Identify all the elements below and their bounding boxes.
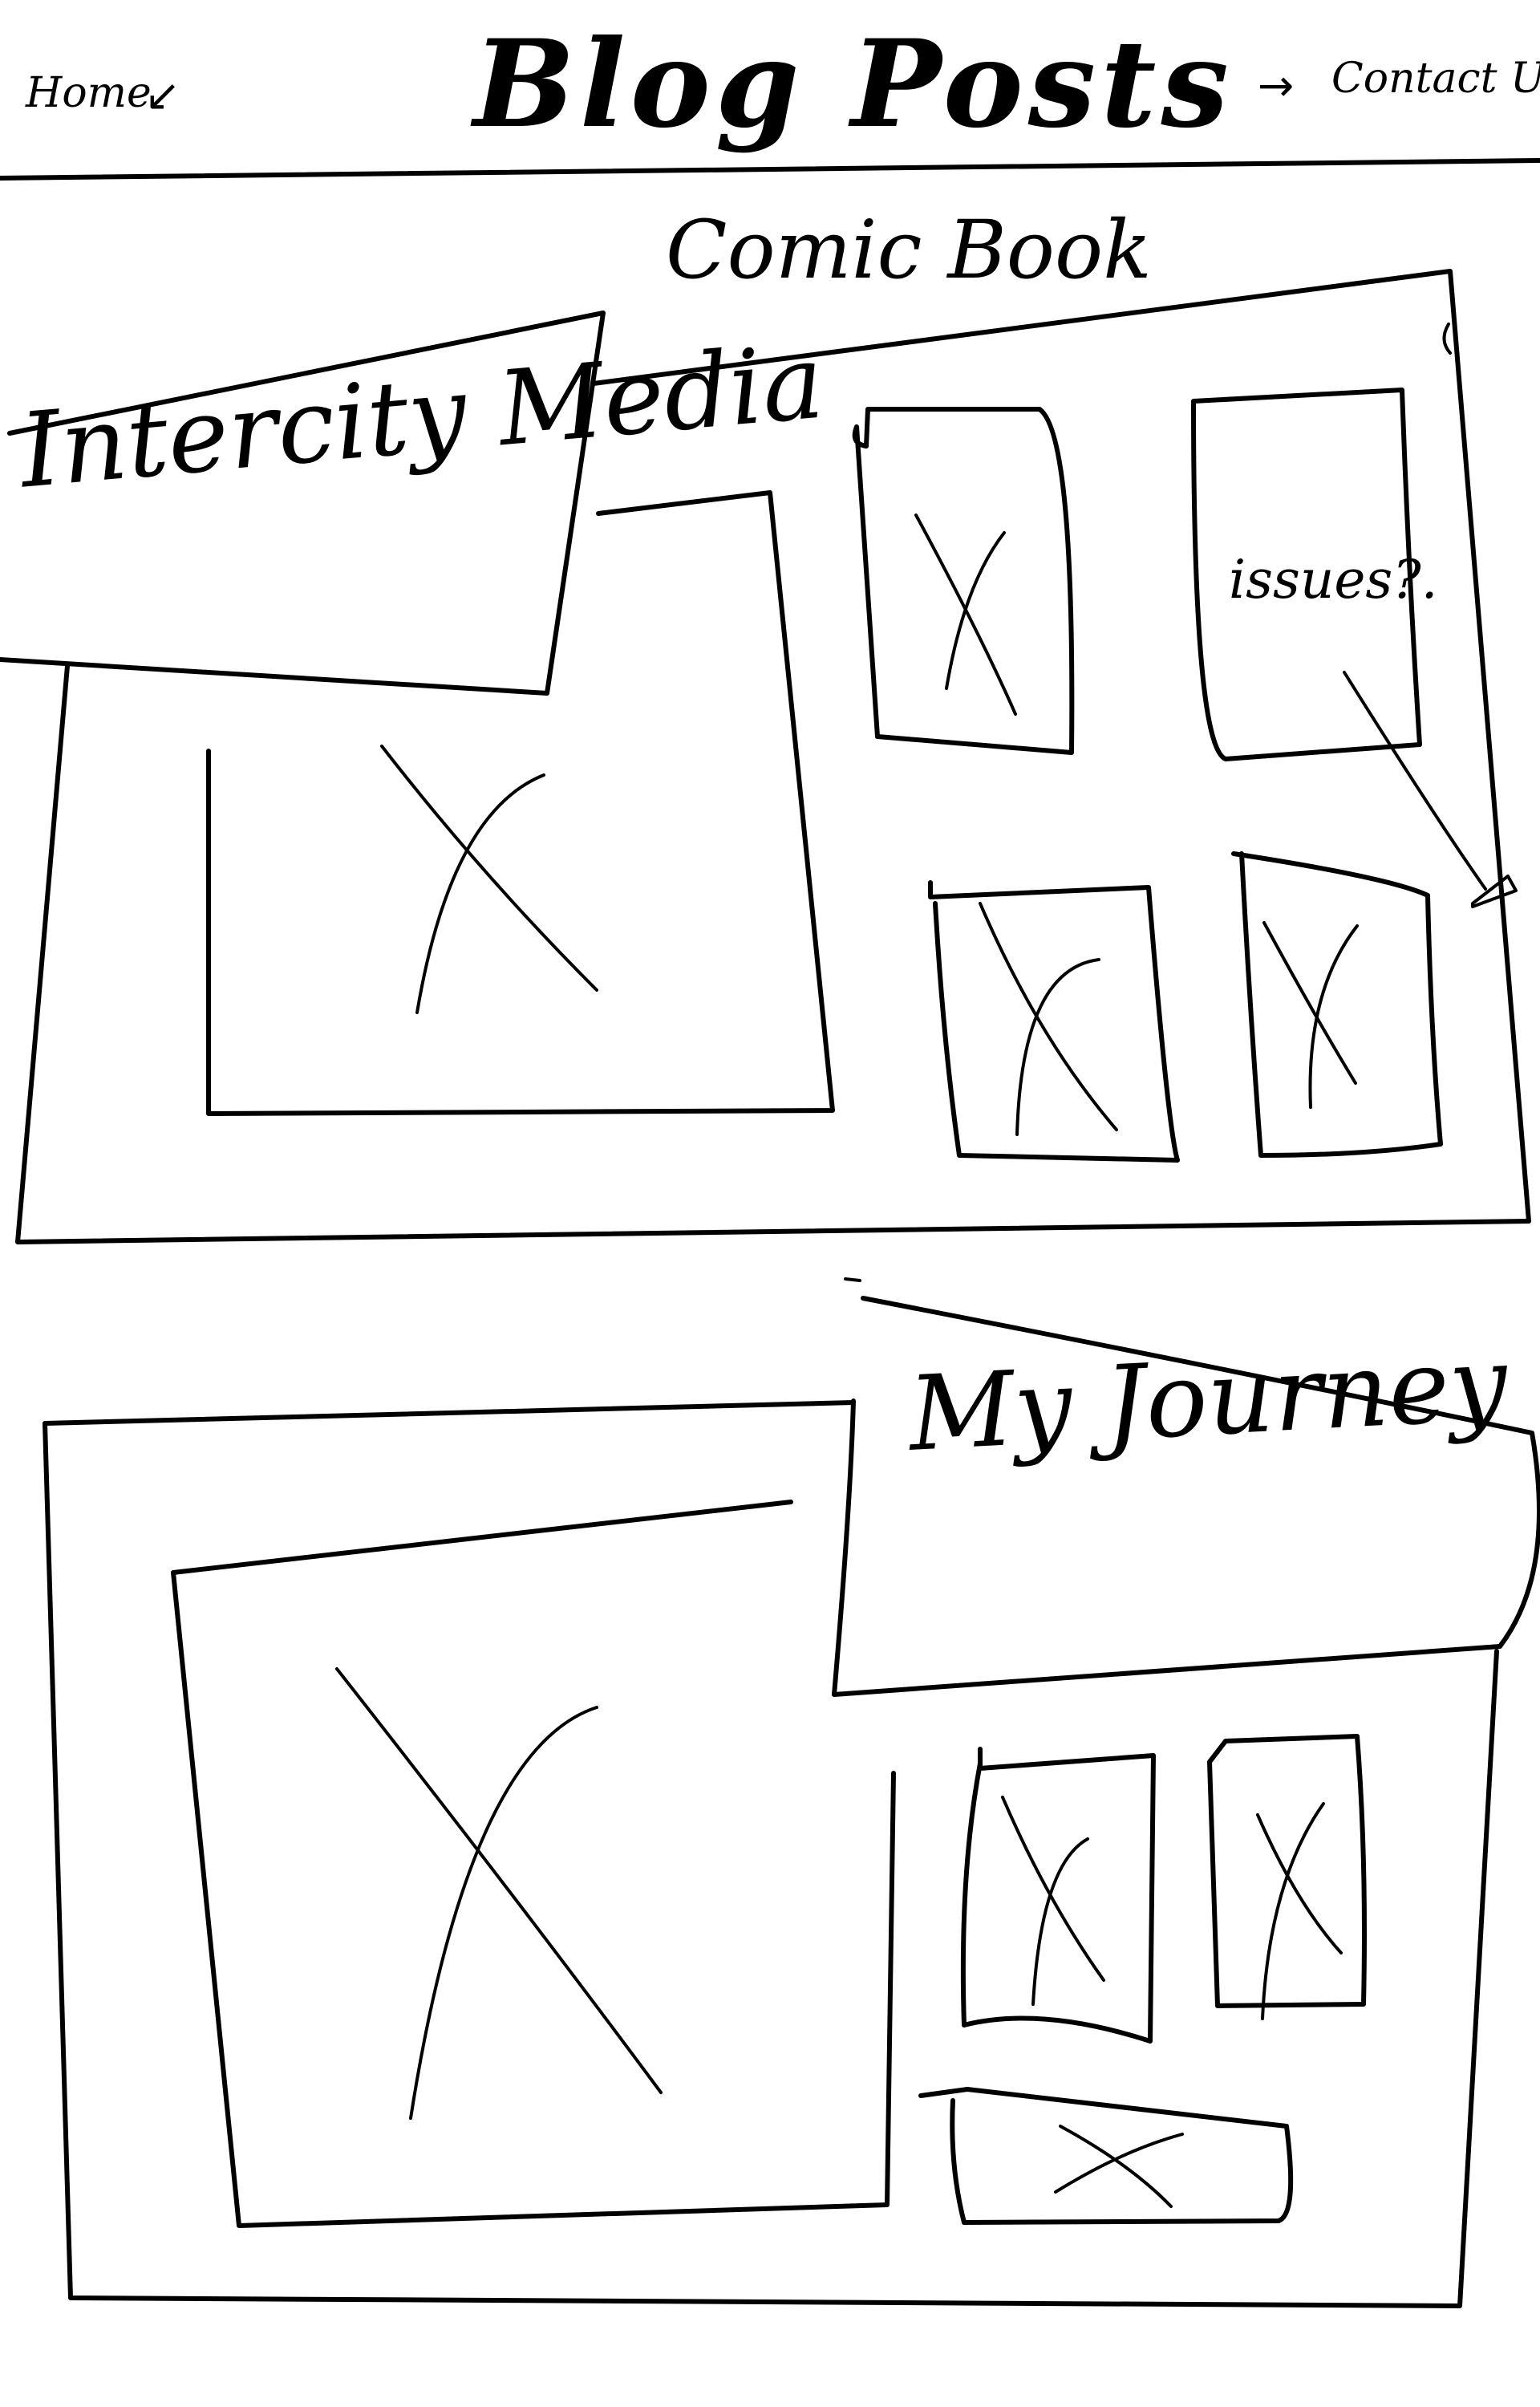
contact-arrow-icon: → (1258, 60, 1295, 111)
main-image-placeholder[interactable] (171, 1500, 896, 2228)
thumbnail-frame (852, 407, 1075, 755)
thumbnail[interactable] (1207, 1734, 1367, 2020)
thumbnail-frame (1231, 851, 1443, 1158)
image-placeholder-icon (1256, 1802, 1343, 2020)
thumbnail[interactable] (852, 407, 1075, 755)
section-caption: Comic Book (666, 203, 1152, 297)
image-placeholder-icon (1001, 1796, 1105, 2006)
thumbnail-frame (1207, 1734, 1367, 2008)
thumbnail[interactable] (928, 880, 1180, 1163)
main-image-frame (206, 490, 835, 1116)
header-divider (0, 158, 1540, 181)
thumbnail-frame (918, 2087, 1294, 2225)
image-placeholder-icon (335, 1667, 663, 2120)
image-placeholder-icon (1054, 2125, 1184, 2208)
image-placeholder-icon (914, 513, 1017, 716)
thumbnail[interactable] (1231, 851, 1443, 1158)
thumbnail-frame (960, 1747, 1156, 2044)
image-placeholder-icon (1262, 921, 1359, 1109)
nav-home-link[interactable]: Home (26, 72, 152, 114)
thumbnail[interactable] (960, 1747, 1156, 2044)
thumbnail[interactable] (918, 2087, 1294, 2225)
annotation-note: issues?. (1229, 549, 1438, 611)
thumbnail-frame (928, 880, 1180, 1163)
annotation-arrow (1343, 323, 1518, 908)
image-placeholder-icon (380, 745, 598, 1014)
image-placeholder-icon (979, 902, 1118, 1136)
main-image-placeholder[interactable] (206, 490, 835, 1116)
home-arrow-icon: ↙ (144, 70, 181, 120)
section-card-outline (43, 1400, 1499, 2308)
main-image-frame (171, 1500, 896, 2228)
nav-contact-link[interactable]: Contact Us (1331, 58, 1540, 99)
banner-title[interactable]: My Journey (906, 1324, 1510, 1475)
page-title: Blog Posts (473, 14, 1234, 155)
